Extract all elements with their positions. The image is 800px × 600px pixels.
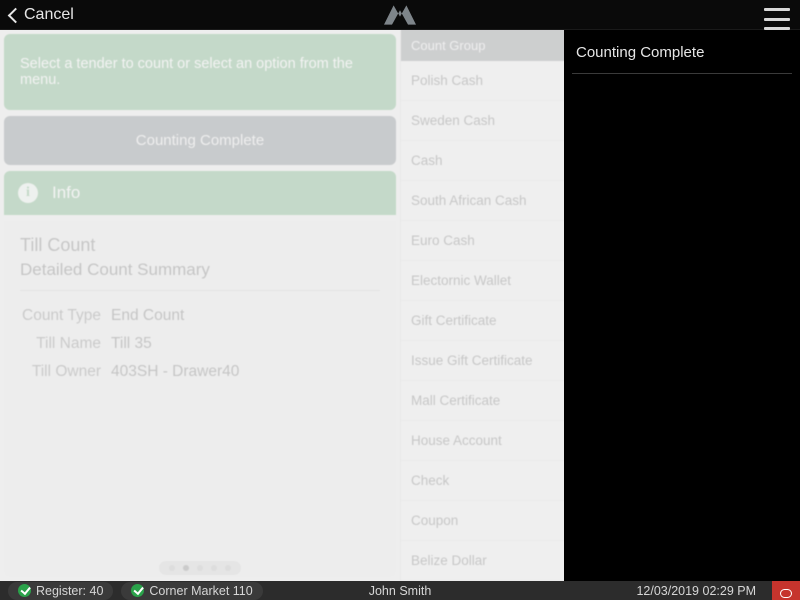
- counting-complete-label: Counting Complete: [136, 132, 264, 149]
- till-name-label: Till Name: [22, 331, 109, 357]
- list-item[interactable]: Cash: [401, 141, 564, 181]
- status-user: John Smith: [369, 584, 432, 598]
- instruction-text: Select a tender to count or select an op…: [20, 56, 353, 88]
- store-label: Corner Market 110: [149, 584, 252, 598]
- top-bar: Cancel: [0, 0, 800, 30]
- till-owner-label: Till Owner: [22, 359, 109, 385]
- right-panel: Counting Complete: [564, 30, 800, 581]
- count-type-value: End Count: [111, 303, 239, 329]
- counting-complete-button[interactable]: Counting Complete: [4, 116, 396, 165]
- list-item[interactable]: Belize Dollar: [401, 541, 564, 581]
- instruction-banner: Select a tender to count or select an op…: [4, 34, 396, 110]
- status-bar: Register: 40 Corner Market 110 John Smit…: [0, 581, 800, 600]
- details-subtitle: Detailed Count Summary: [20, 260, 380, 280]
- brand-badge[interactable]: [772, 581, 800, 600]
- count-group-header: Count Group: [401, 30, 564, 61]
- details-title: Till Count: [20, 235, 380, 256]
- cancel-button[interactable]: Cancel: [0, 6, 74, 24]
- till-name-value: Till 35: [111, 331, 239, 357]
- chevron-left-icon: [8, 7, 18, 23]
- info-heading: Info: [52, 183, 80, 203]
- right-panel-title[interactable]: Counting Complete: [564, 30, 800, 73]
- list-item[interactable]: Sweden Cash: [401, 101, 564, 141]
- register-chip[interactable]: Register: 40: [8, 582, 113, 600]
- cancel-label: Cancel: [24, 6, 74, 24]
- left-column: Select a tender to count or select an op…: [0, 30, 400, 581]
- register-label: Register: 40: [36, 584, 103, 598]
- check-icon: [131, 584, 144, 597]
- info-header: i Info: [4, 171, 396, 215]
- count-group-list: Count Group Polish CashSweden CashCashSo…: [400, 30, 564, 581]
- list-item[interactable]: Euro Cash: [401, 221, 564, 261]
- app-logo: [384, 5, 416, 25]
- list-item[interactable]: Issue Gift Certificate: [401, 341, 564, 381]
- list-item[interactable]: Coupon: [401, 501, 564, 541]
- details-panel: Till Count Detailed Count Summary Count …: [4, 221, 396, 577]
- till-owner-value: 403SH - Drawer40: [111, 359, 239, 385]
- list-item[interactable]: House Account: [401, 421, 564, 461]
- page-indicator: [159, 561, 241, 575]
- list-item[interactable]: Polish Cash: [401, 61, 564, 101]
- main-area: Select a tender to count or select an op…: [0, 30, 800, 581]
- divider: [20, 290, 380, 291]
- store-chip[interactable]: Corner Market 110: [121, 582, 262, 600]
- status-datetime: 12/03/2019 02:29 PM: [636, 584, 756, 598]
- divider: [572, 73, 792, 74]
- list-item[interactable]: South African Cash: [401, 181, 564, 221]
- list-item[interactable]: Gift Certificate: [401, 301, 564, 341]
- oracle-icon: [780, 589, 792, 598]
- list-item[interactable]: Electornic Wallet: [401, 261, 564, 301]
- hamburger-menu-button[interactable]: [764, 8, 790, 30]
- info-icon: i: [18, 183, 38, 203]
- list-item[interactable]: Check: [401, 461, 564, 501]
- list-item[interactable]: Mall Certificate: [401, 381, 564, 421]
- check-icon: [18, 584, 31, 597]
- count-type-label: Count Type: [22, 303, 109, 329]
